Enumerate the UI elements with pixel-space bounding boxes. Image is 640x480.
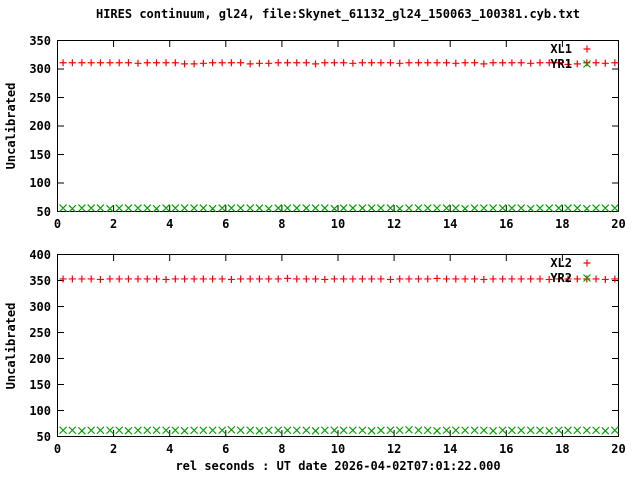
x-tick-label: 10: [330, 442, 346, 456]
plot-top-canvas: [57, 40, 619, 212]
y-tick-label: 100: [29, 403, 51, 418]
x-tick-label: 20: [611, 442, 626, 456]
legend-top: XL1 YR1: [550, 41, 595, 71]
x-tick-label: 8: [278, 217, 286, 231]
x-tick-label: 14: [442, 217, 458, 231]
legend-label: XL1: [550, 41, 572, 56]
y-tick-label: 100: [29, 176, 51, 190]
y-tick-label: 350: [29, 33, 51, 48]
x-tick-label: 0: [53, 217, 62, 231]
x-tick-label: 2: [109, 217, 118, 231]
plot-panel-bottom: Uncalibrated XL2 YR2 50 100 150 200 250 300 35…: [4, 248, 626, 457]
legend-entry-xl2: XL2: [550, 255, 595, 270]
plot-bottom-canvas: [57, 254, 619, 437]
y-tick-label: 200: [29, 351, 51, 366]
x-tick-label: 18: [555, 442, 570, 456]
x-tick-label: 8: [278, 442, 286, 456]
x-tick-label: 20: [611, 217, 626, 231]
legend-bottom: XL2 YR2: [550, 255, 595, 285]
gnuplot-window: { "title": "HIRES continuum, gl24, file:…: [0, 0, 640, 480]
x-tick-label: 14: [442, 442, 458, 456]
y-tick-label: 300: [29, 299, 51, 314]
x-tick-label: 0: [53, 442, 62, 456]
x-tick-label: 12: [386, 217, 402, 231]
legend-entry-xl1: XL1: [550, 41, 595, 56]
plot-panel-top: Uncalibrated XL1 YR1 50 100 150 200 250 300 35…: [4, 34, 626, 232]
legend-entry-yr2: YR2: [550, 270, 595, 285]
x-tick-label: 10: [330, 217, 346, 231]
y-tick-label: 250: [29, 90, 51, 105]
x-tick-label: 6: [222, 442, 230, 456]
chart-title: HIRES continuum, gl24, file:Skynet_61132…: [95, 7, 581, 21]
y-tick-label: 150: [29, 377, 51, 392]
plus-marker-icon: [579, 257, 595, 269]
y-tick-label: 150: [29, 147, 51, 162]
legend-label: YR1: [550, 56, 572, 71]
x-tick-label: 2: [109, 442, 118, 456]
x-tick-label: 16: [499, 217, 514, 231]
cross-marker-icon: [579, 272, 595, 284]
y-tick-label: 400: [29, 247, 51, 262]
legend-label: XL2: [550, 255, 572, 270]
x-tick-label: 12: [386, 442, 402, 456]
y-tick-label: 250: [29, 325, 51, 340]
plus-marker-icon: [579, 43, 595, 55]
x-tick-label: 16: [499, 442, 514, 456]
y-axis-label: Uncalibrated: [4, 302, 18, 389]
x-tick-label: 4: [166, 442, 174, 456]
legend-entry-yr1: YR1: [550, 56, 595, 71]
legend-label: YR2: [550, 270, 572, 285]
y-tick-label: 200: [29, 119, 51, 133]
x-tick-label: 18: [555, 217, 570, 231]
x-tick-label: 4: [166, 217, 174, 231]
cross-marker-icon: [579, 58, 595, 70]
y-tick-label: 350: [29, 273, 51, 288]
x-axis-label: rel seconds : UT date 2026-04-02T07:01:2…: [175, 459, 501, 473]
y-tick-label: 300: [29, 62, 51, 76]
x-tick-label: 6: [222, 217, 230, 231]
